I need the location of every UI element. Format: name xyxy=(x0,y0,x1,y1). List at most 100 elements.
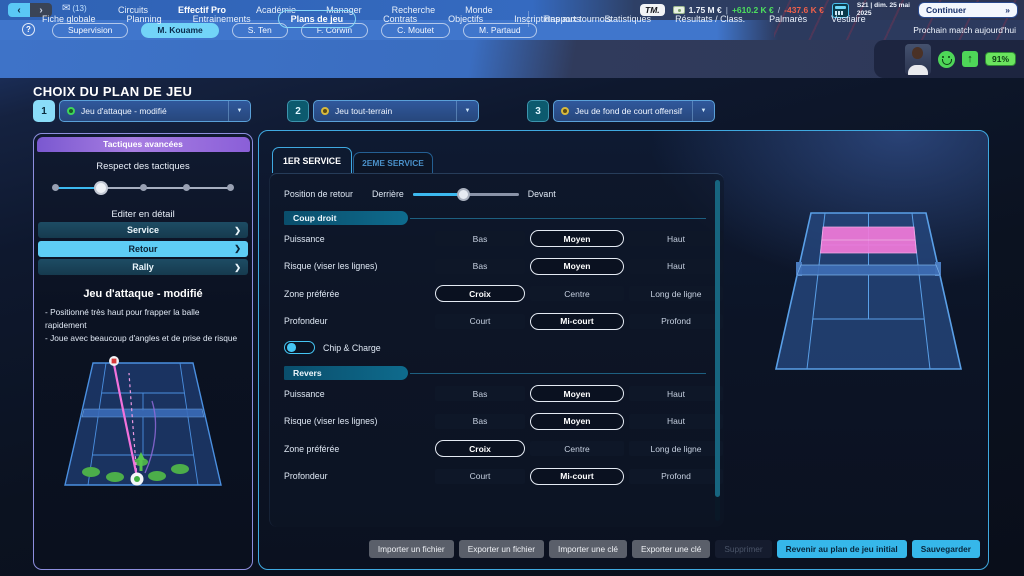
option-row-zone: Zone préférée Croix Centre Long de ligne xyxy=(284,280,706,308)
tab-palmares[interactable]: Palmarès xyxy=(769,14,807,24)
return-position-label: Position de retour xyxy=(284,189,372,199)
back-icon[interactable]: ‹ xyxy=(8,3,30,17)
plan-1-badge: 1 xyxy=(33,100,55,122)
option-row-profondeur: Profondeur Court Mi-court Profond xyxy=(284,308,706,336)
tab-contrats[interactable]: Contrats xyxy=(379,11,421,27)
plan-2-badge: 2 xyxy=(287,100,309,122)
tab-objectifs[interactable]: Objectifs xyxy=(444,11,487,27)
import-key-button[interactable]: Importer une clé xyxy=(549,540,627,558)
app-window: ‹ › ✉ (13) Circuits Effectif Pro Académi… xyxy=(0,0,1024,576)
plan-select-row: 1 Jeu d'attaque - modifié ▼ 2 Jeu tout-t… xyxy=(0,100,1024,122)
tab-1er-service[interactable]: 1ER SERVICE xyxy=(272,147,352,173)
export-key-button[interactable]: Exporter une clé xyxy=(632,540,710,558)
rank-up-arrow-icon[interactable]: ↑ xyxy=(962,51,978,67)
plan-title: Jeu d'attaque - modifié xyxy=(34,288,252,300)
sidebar-item-service[interactable]: Service❯ xyxy=(38,222,248,238)
option-button-selected[interactable]: Moyen xyxy=(530,230,624,247)
option-button[interactable]: Centre xyxy=(530,441,624,456)
option-button[interactable]: Centre xyxy=(530,286,624,301)
sidebar-header: Tactiques avancées xyxy=(37,137,250,152)
chevron-right-icon: ❯ xyxy=(234,244,241,253)
target-zone-court-diagram xyxy=(761,197,979,387)
scrollbar-thumb[interactable] xyxy=(715,180,720,497)
chip-and-charge-toggle[interactable] xyxy=(284,341,315,354)
delete-button: Supprimer xyxy=(715,540,771,558)
fitness-badge: 91% xyxy=(985,52,1016,66)
section-header-coup-droit: Coup droit xyxy=(284,211,706,225)
slider-handle[interactable] xyxy=(94,181,108,195)
help-icon[interactable]: ? xyxy=(22,23,35,36)
page-title: CHOIX DU PLAN DE JEU xyxy=(33,84,192,99)
advanced-tactics-panel: Tactiques avancées Respect des tactiques… xyxy=(33,133,253,570)
plan-3-dropdown[interactable]: Jeu de fond de court offensif ▼ xyxy=(553,100,715,122)
option-button[interactable]: Haut xyxy=(629,414,723,429)
tab-resultats[interactable]: Résultats / Class. xyxy=(675,14,745,24)
option-button[interactable]: Bas xyxy=(435,414,525,429)
option-button-selected[interactable]: Croix xyxy=(435,440,525,457)
option-button[interactable]: Profond xyxy=(629,314,723,329)
option-button[interactable]: Haut xyxy=(629,259,723,274)
continue-button[interactable]: Continuer » xyxy=(918,2,1018,18)
option-button-selected[interactable]: Mi-court xyxy=(530,468,624,485)
player-status: ↑ 91% xyxy=(874,40,1024,78)
sidebar-item-rally[interactable]: Rally❯ xyxy=(38,259,248,275)
option-button-selected[interactable]: Moyen xyxy=(530,385,624,402)
plan-3-badge: 3 xyxy=(527,100,549,122)
option-button[interactable]: Haut xyxy=(629,386,723,401)
option-row-puissance: Puissance Bas Moyen Haut xyxy=(284,225,706,253)
export-file-button[interactable]: Exporter un fichier xyxy=(459,540,544,558)
scrollbar[interactable] xyxy=(715,180,720,521)
option-button[interactable]: Bas xyxy=(435,231,525,246)
tab-vestiaire[interactable]: Vestiaire xyxy=(831,14,866,24)
slider-handle[interactable] xyxy=(457,188,470,201)
return-position-slider[interactable] xyxy=(413,187,519,201)
option-button[interactable]: Bas xyxy=(435,259,525,274)
player-avatar xyxy=(905,44,931,75)
option-row-puissance: Puissance Bas Moyen Haut xyxy=(284,380,706,408)
option-button-selected[interactable]: Mi-court xyxy=(530,313,624,330)
respect-tactics-slider[interactable] xyxy=(50,180,236,196)
option-row-profondeur: Profondeur Court Mi-court Profond xyxy=(284,463,706,491)
return-max-label: Devant xyxy=(528,189,556,199)
tab-plans-de-jeu[interactable]: Plans de jeu xyxy=(278,10,357,28)
save-button[interactable]: Sauvegarder xyxy=(912,540,980,558)
option-button-selected[interactable]: Moyen xyxy=(530,413,624,430)
option-row-risque: Risque (viser les lignes) Bas Moyen Haut xyxy=(284,253,706,281)
plan-1-dropdown[interactable]: Jeu d'attaque - modifié ▼ xyxy=(59,100,251,122)
option-button-selected[interactable]: Moyen xyxy=(530,258,624,275)
plan-2-dropdown[interactable]: Jeu tout-terrain ▼ xyxy=(313,100,479,122)
tab-statistiques[interactable]: Statistiques xyxy=(605,14,652,24)
option-row-zone: Zone préférée Croix Centre Long de ligne xyxy=(284,435,706,463)
chevron-down-icon: ▼ xyxy=(692,101,714,121)
option-button[interactable]: Long de ligne xyxy=(629,286,723,301)
option-button[interactable]: Profond xyxy=(629,469,723,484)
tactic-court-diagram xyxy=(53,351,233,499)
section-header-revers: Revers xyxy=(284,366,706,380)
footer-actions: Importer un fichier Exporter un fichier … xyxy=(369,540,980,558)
tab-2eme-service[interactable]: 2EME SERVICE xyxy=(353,152,433,173)
respect-tactics-label: Respect des tactiques xyxy=(34,161,252,172)
chevron-right-icon: ❯ xyxy=(234,263,241,272)
tab-rapports[interactable]: Rapports xyxy=(544,14,581,24)
option-button[interactable]: Haut xyxy=(629,231,723,246)
tab-fiche-globale[interactable]: Fiche globale xyxy=(38,11,100,27)
revert-plan-button[interactable]: Revenir au plan de jeu initial xyxy=(777,540,907,558)
option-button[interactable]: Court xyxy=(435,469,525,484)
option-button[interactable]: Bas xyxy=(435,386,525,401)
chevron-right-icon: ❯ xyxy=(234,226,241,235)
section-tabbar xyxy=(0,40,1024,78)
option-button[interactable]: Court xyxy=(435,314,525,329)
tab-planning[interactable]: Planning xyxy=(123,11,166,27)
option-button-selected[interactable]: Croix xyxy=(435,285,525,302)
import-file-button[interactable]: Importer un fichier xyxy=(369,540,454,558)
options-area: Position de retour Derrière Devant Coup … xyxy=(269,173,724,527)
tab-entrainements[interactable]: Entrainements xyxy=(189,11,255,27)
return-position-row: Position de retour Derrière Devant xyxy=(284,183,706,205)
plan-slot-3: 3 Jeu de fond de court offensif ▼ xyxy=(527,100,715,122)
option-row-risque: Risque (viser les lignes) Bas Moyen Haut xyxy=(284,408,706,436)
edit-detail-label: Editer en détail xyxy=(34,209,252,220)
plan-slot-2: 2 Jeu tout-terrain ▼ xyxy=(287,100,479,122)
sidebar-item-retour[interactable]: Retour❯ xyxy=(38,241,248,257)
chip-and-charge-row: Chip & Charge xyxy=(284,335,706,360)
option-button[interactable]: Long de ligne xyxy=(629,441,723,456)
